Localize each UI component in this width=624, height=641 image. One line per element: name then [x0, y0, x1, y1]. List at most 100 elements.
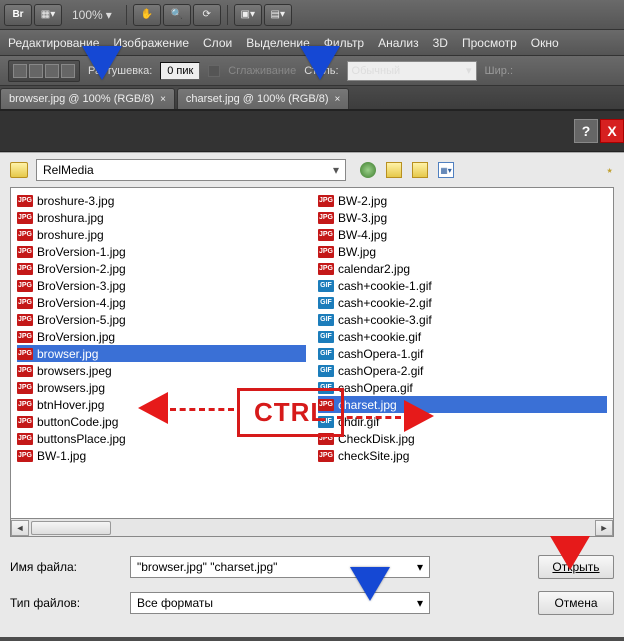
- file-name: broshure-3.jpg: [37, 194, 114, 208]
- annotation-ctrl-label: CTRL: [237, 388, 344, 437]
- rotate-tool-icon[interactable]: ⟳: [193, 4, 221, 26]
- file-item[interactable]: GIF cash+cookie-3.gif: [318, 311, 607, 328]
- jpg-icon: JPG: [17, 263, 33, 275]
- menu-window[interactable]: Окно: [531, 36, 559, 50]
- file-item[interactable]: JPGCheckDisk.jpg: [318, 430, 607, 447]
- layout-button[interactable]: ▦▾: [34, 4, 62, 26]
- file-item[interactable]: GIFcash+cookie-1.gif: [318, 277, 607, 294]
- file-item[interactable]: JPG BroVersion-4.jpg: [17, 294, 306, 311]
- file-item[interactable]: JPGcheckSite.jpg: [318, 447, 607, 464]
- scroll-left-button[interactable]: ◄: [11, 520, 29, 536]
- new-folder-icon[interactable]: [412, 162, 428, 178]
- file-name: BroVersion.jpg: [37, 330, 115, 344]
- file-name: cash+cookie-2.gif: [338, 296, 432, 310]
- hand-tool-icon[interactable]: ✋: [133, 4, 161, 26]
- scroll-right-button[interactable]: ►: [595, 520, 613, 536]
- file-item[interactable]: JPG broshure.jpg: [17, 226, 306, 243]
- scrollbar-horizontal[interactable]: ◄ ►: [10, 519, 614, 537]
- file-item[interactable]: JPG BroVersion-2.jpg: [17, 260, 306, 277]
- file-name: BW-2.jpg: [338, 194, 387, 208]
- file-item[interactable]: JPGbrowsers.jpeg: [17, 362, 306, 379]
- screen-mode-button[interactable]: ▣▾: [234, 4, 262, 26]
- jpg-icon: JPG: [17, 382, 33, 394]
- file-item[interactable]: JPGBW-1.jpg: [17, 447, 306, 464]
- file-list[interactable]: JPGbroshure-3.jpgJPGbroshura.jpgJPGbrosh…: [10, 187, 614, 519]
- file-name: charset.jpg: [338, 398, 397, 412]
- file-item[interactable]: JPGbroshure-3.jpg: [17, 192, 306, 209]
- jpg-icon: JPG: [17, 314, 33, 326]
- zoom-display[interactable]: 100%▾: [64, 8, 120, 22]
- menu-layers[interactable]: Слои: [203, 36, 232, 50]
- file-item[interactable]: JPGcharset.jpg: [318, 396, 607, 413]
- jpg-icon: JPG: [17, 297, 33, 309]
- file-item[interactable]: JPGbrowser.jpg: [17, 345, 306, 362]
- favorite-icon[interactable]: ⋆: [605, 162, 614, 179]
- file-item[interactable]: GIF cashOpera-1.gif: [318, 345, 607, 362]
- cancel-button[interactable]: Отмена: [538, 591, 614, 615]
- file-item[interactable]: JPGBroVersion-3.jpg: [17, 277, 306, 294]
- file-name: browsers.jpg: [37, 381, 105, 395]
- file-item[interactable]: GIFcashOpera.gif: [318, 379, 607, 396]
- document-tab-bar: browser.jpg @ 100% (RGB/8)× charset.jpg …: [0, 86, 624, 110]
- menu-view[interactable]: Просмотр: [462, 36, 517, 50]
- zoom-tool-icon[interactable]: 🔍: [163, 4, 191, 26]
- annotation-red-arrow-right: [404, 400, 434, 432]
- file-name: btnHover.jpg: [37, 398, 104, 412]
- close-button[interactable]: X: [600, 119, 624, 143]
- help-button[interactable]: ?: [574, 119, 598, 143]
- width-label: Шир.:: [485, 65, 513, 77]
- file-item[interactable]: JPG BroVersion.jpg: [17, 328, 306, 345]
- feather-input[interactable]: [160, 62, 200, 80]
- file-name: BW-4.jpg: [338, 228, 387, 242]
- file-item[interactable]: GIFcash+cookie.gif: [318, 328, 607, 345]
- jpg-icon: JPG: [318, 195, 334, 207]
- file-name: broshure.jpg: [37, 228, 104, 242]
- arrange-button[interactable]: ▤▾: [264, 4, 292, 26]
- gif-icon: GIF: [318, 314, 334, 326]
- gif-icon: GIF: [318, 348, 334, 360]
- folder-select[interactable]: RelMedia▾: [36, 159, 346, 181]
- file-item[interactable]: GIFcashOpera-2.gif: [318, 362, 607, 379]
- up-icon[interactable]: [386, 162, 402, 178]
- file-item[interactable]: JPGBW-4.jpg: [318, 226, 607, 243]
- file-item[interactable]: JPGBroVersion-1.jpg: [17, 243, 306, 260]
- file-name: CheckDisk.jpg: [338, 432, 415, 446]
- bridge-button[interactable]: Br: [4, 4, 32, 26]
- filename-label: Имя файла:: [10, 560, 120, 574]
- file-item[interactable]: JPGbroshura.jpg: [17, 209, 306, 226]
- annotation-blue-arrow: [300, 46, 340, 80]
- file-name: cashOpera-1.gif: [338, 347, 423, 361]
- antialias-checkbox[interactable]: [208, 65, 220, 77]
- file-item[interactable]: GIF cash+cookie-2.gif: [318, 294, 607, 311]
- jpg-icon: JPG: [318, 246, 334, 258]
- close-icon[interactable]: ×: [335, 94, 341, 105]
- view-menu-icon[interactable]: ▦▾: [438, 162, 454, 178]
- menu-image[interactable]: Изображение: [113, 36, 189, 50]
- annotation-blue-arrow: [350, 567, 390, 601]
- style-select[interactable]: Обычный▾: [347, 61, 477, 81]
- file-name: broshura.jpg: [37, 211, 104, 225]
- file-item[interactable]: JPGBroVersion-5.jpg: [17, 311, 306, 328]
- file-item[interactable]: JPG BW-2.jpg: [318, 192, 607, 209]
- gif-icon: GIF: [318, 280, 334, 292]
- jpg-icon: JPG: [17, 229, 33, 241]
- file-item[interactable]: JPGcalendar2.jpg: [318, 260, 607, 277]
- tab-charset[interactable]: charset.jpg @ 100% (RGB/8)×: [177, 88, 349, 109]
- back-icon[interactable]: [360, 162, 376, 178]
- scroll-thumb[interactable]: [31, 521, 111, 535]
- menu-analysis[interactable]: Анализ: [378, 36, 419, 50]
- marquee-mode-group[interactable]: [8, 60, 80, 82]
- gif-icon: GIF: [318, 331, 334, 343]
- file-item[interactable]: JPGBW-3.jpg: [318, 209, 607, 226]
- file-name: cash+cookie-3.gif: [338, 313, 432, 327]
- file-name: BroVersion-4.jpg: [37, 296, 126, 310]
- file-item[interactable]: JPGBW.jpg: [318, 243, 607, 260]
- menu-3d[interactable]: 3D: [433, 36, 448, 50]
- antialias-label: Сглаживание: [228, 65, 296, 77]
- jpg-icon: JPG: [17, 331, 33, 343]
- jpg-icon: JPG: [318, 263, 334, 275]
- close-icon[interactable]: ×: [160, 94, 166, 105]
- file-name: BroVersion-2.jpg: [37, 262, 126, 276]
- tab-browser[interactable]: browser.jpg @ 100% (RGB/8)×: [0, 88, 175, 109]
- gif-icon: GIF: [318, 297, 334, 309]
